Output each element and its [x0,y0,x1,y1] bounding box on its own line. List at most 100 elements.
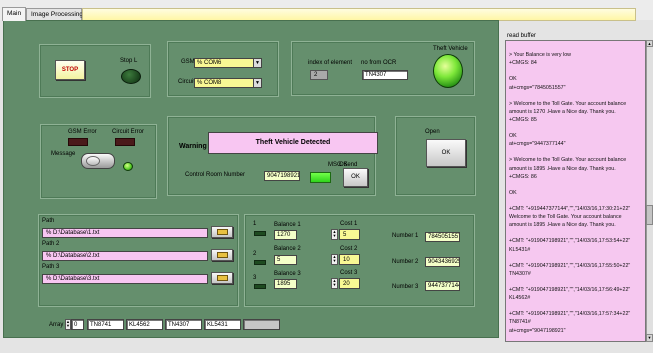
gsm-prefix: % [197,60,203,66]
path1-label: Path [42,218,55,224]
number1-value: 7845051557 [425,232,460,242]
control-room-number: 9047198921 [264,171,300,181]
path2-value: D:\Database\2.txt [53,253,100,259]
ok-button[interactable]: OK [343,168,368,187]
balance1-value: 1270 [274,230,297,240]
array-item-2: TN4307 [165,319,202,330]
circuit-error-label: Circuit Error [112,129,145,135]
read-buffer-line: +CMGS: 85 [509,116,537,123]
message-toggle-switch[interactable] [81,153,115,169]
theft-vehicle-led [433,54,463,88]
read-buffer-line: +CMT: "+919047198921","","14/03/16,17:53… [509,238,631,245]
ocr-label: no from OCR [361,60,397,66]
cost3-spinner-icon[interactable]: ▲ ▼ [331,278,338,289]
read-buffer-line: +CMT: "+919447377144","","14/03/16,17:30… [509,206,631,212]
array-index-value[interactable]: 0 [71,319,84,330]
read-buffer-line: Welcome to the Toll Gate. Your account b… [509,214,622,221]
read-buffer-line: > Your Balance is very low [509,52,571,59]
toggle-knob [86,156,100,166]
path2-label: Path 2 [42,241,60,247]
labview-front-panel: Main Image Processing STOP Stop L GSM % … [0,0,653,353]
gsm-dropdown-arrow-icon[interactable]: ▼ [253,58,262,68]
path2-browse-button[interactable] [211,249,233,261]
tab-main[interactable]: Main [2,7,26,21]
error-group: GSM Error Circuit Error Message [40,124,157,199]
read-buffer-line: amount is 1895 .Have a Nice day. Thank y… [509,222,616,229]
read-buffer-line: OK [509,133,517,140]
cost3-label: Cost 3 [340,270,358,276]
array-label: Array [49,322,64,328]
tab-main-label: Main [7,10,22,17]
scroll-up-arrow-icon[interactable]: ▲ [646,40,653,47]
read-buffer-line: at+cmgs="9047198921" [509,327,566,334]
circuit-port-select[interactable]: % COM8 [194,78,261,88]
message-label: Message [51,151,76,157]
folder-icon [217,229,228,235]
circuit-error-led [115,138,135,146]
open-ok-button[interactable]: OK [426,139,466,167]
path3-input[interactable]: % D:\Database\3.txt [42,274,208,284]
read-buffer-line: +CMGS: 84 [509,60,537,67]
read-buffer-line: > Welcome to the Toll Gate. Your account… [509,100,627,107]
read-buffer-line: +CMT: "+919047198921","","14/03/16,17:57… [509,311,631,318]
read-buffer-line: KL4562# [509,295,531,302]
theft-vehicle-label: Theft Vehicle [433,46,468,52]
open-label: Open [425,129,440,135]
stop-button[interactable]: STOP [55,60,85,80]
read-buffer-line: at+cmgs="7845051557" [509,84,566,91]
gsm-error-led [68,138,88,146]
read-buffer-line: OK [509,76,517,83]
warning-message: Theft Vehicle Detected [208,132,378,154]
circuit-label: Circuit [178,79,196,85]
read-buffer-line: amount is 1895 .Have a Nice day. Thank y… [509,165,616,172]
open-group: Open OK [395,116,476,196]
read-buffer-scrollbar[interactable] [646,40,653,342]
cost1-value[interactable]: 5 [339,229,360,240]
row2-led [254,260,266,265]
path1-prefix: % [46,230,52,236]
com-port-group: GSM % COM6 ▼ Circuit % COM8 ▼ [167,41,279,97]
gsm-port-select[interactable]: % COM6 [194,58,261,68]
read-buffer-line: TN4307# [509,270,531,277]
path1-input[interactable]: % D:\Database\1.txt [42,228,208,238]
message-led [123,162,133,171]
path2-input[interactable]: % D:\Database\2.txt [42,251,208,261]
read-buffer-line: +CMGS: 86 [509,173,537,180]
read-buffer-label: read buffer [507,33,536,39]
cost1-spinner-icon[interactable]: ▲ ▼ [331,229,338,240]
balance2-label: Balance 2 [274,246,301,252]
path1-browse-button[interactable] [211,226,233,238]
scroll-down-arrow-icon[interactable]: ▼ [646,334,653,342]
path3-label: Path 3 [42,264,60,270]
gsm-label: GSM [181,59,195,65]
read-buffer-textarea[interactable]: > Your Balance is very low +CMGS: 84 OK at+… [505,40,646,342]
accounts-group: 1 Balance 1 1270 Cost 1 ▲ ▼ 5 Number 1 78… [244,214,475,307]
index-value: 2 [310,70,328,80]
stop-led-label: Stop L [120,58,138,64]
paths-group: Path % D:\Database\1.txt Path 2 % D:\Dat… [38,214,239,307]
main-panel: STOP Stop L GSM % COM6 ▼ Circuit % COM8 … [3,20,499,338]
row1-led [254,231,266,236]
cost2-value[interactable]: 10 [339,254,360,265]
read-buffer-scroll-thumb[interactable] [646,205,653,225]
ocr-group: index of element 2 no from OCR TN4307 Th… [291,41,475,96]
number2-label: Number 2 [392,259,419,265]
cost2-spinner-icon[interactable]: ▲ ▼ [331,254,338,265]
read-buffer-line: +CMT: "+919047198921","","14/03/16,17:56… [509,287,631,293]
cost3-value[interactable]: 20 [339,278,360,289]
balance1-label: Balance 1 [274,222,301,228]
array-item-0: TN8741 [87,319,124,330]
warning-label: Warning [179,143,207,150]
number3-label: Number 3 [392,284,419,290]
index-label: index of element [308,60,353,66]
path3-value: D:\Database\3.txt [53,276,100,282]
gsm-error-label: GSM Error [68,129,97,135]
stop-group: STOP Stop L [39,44,151,98]
folder-icon [217,252,228,258]
row3-index: 3 [253,275,257,281]
path1-value: D:\Database\1.txt [53,230,100,236]
circuit-dropdown-arrow-icon[interactable]: ▼ [253,78,262,88]
array-item-1: KL4562 [126,319,163,330]
path3-browse-button[interactable] [211,272,233,284]
read-buffer-line: KL5431# [509,246,531,253]
